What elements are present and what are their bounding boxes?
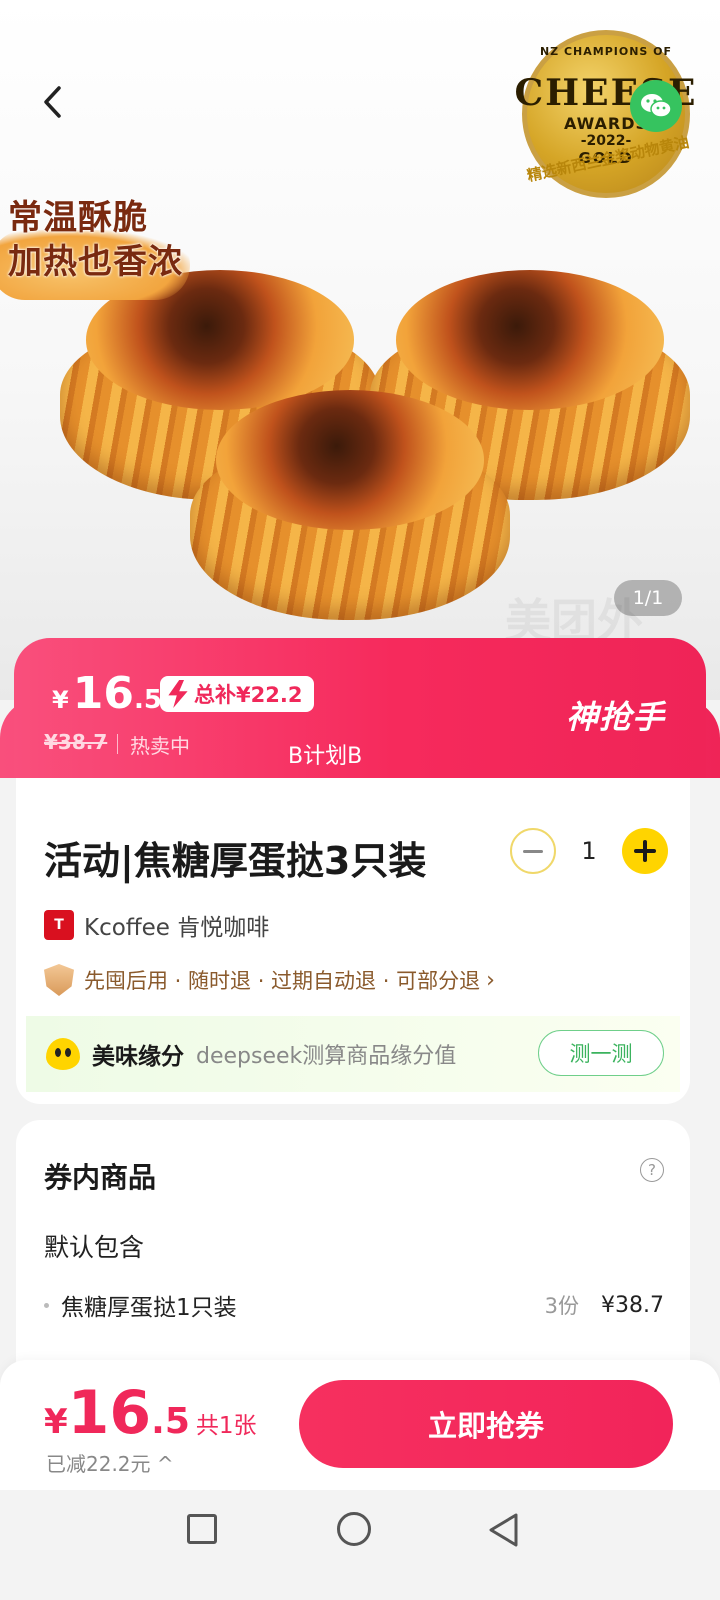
- product-title: 活动|焦糖厚蛋挞3只装: [44, 839, 427, 883]
- total-price: ¥ 16 .5 共1张: [44, 1378, 257, 1448]
- section-title: 券内商品: [44, 1161, 157, 1194]
- heart-face-icon: [46, 1038, 80, 1070]
- coupon-count: 共1张: [195, 1413, 257, 1439]
- guarantee-text: 先囤后用 · 随时退 · 过期自动退 · 可部分退: [84, 969, 481, 993]
- badge-top-text: NZ CHAMPIONS OF: [539, 45, 673, 58]
- original-price: ¥38.7: [44, 730, 108, 754]
- product-info-card: 活动|焦糖厚蛋挞3只装 1 T Kcoffee 肯悦咖啡 先囤后用 · 随时退 …: [16, 778, 690, 1104]
- wechat-share-icon[interactable]: [630, 80, 682, 132]
- help-icon[interactable]: ?: [640, 1158, 664, 1182]
- bottom-action-bar: ¥ 16 .5 共1张 已减22.2元 ^ 立即抢券: [0, 1360, 720, 1490]
- decrease-button[interactable]: [510, 828, 556, 874]
- fate-test-button[interactable]: 测一测: [538, 1030, 664, 1076]
- item-name: 焦糖厚蛋挞1只装: [61, 1295, 237, 1321]
- hero-tagline: 常温酥脆 加热也香浓: [8, 196, 188, 284]
- price-integer: 16: [72, 668, 134, 719]
- minus-icon: [523, 849, 543, 853]
- item-quantity: 3份: [544, 1294, 580, 1318]
- subsidy-tag: 总补¥22.2: [160, 676, 315, 712]
- image-pager: 1/1: [614, 580, 682, 616]
- increase-button[interactable]: [622, 828, 668, 874]
- plan-label: B计划B: [288, 744, 363, 769]
- item-price: ¥38.7: [601, 1292, 664, 1318]
- bullet-icon: [44, 1302, 49, 1308]
- back-button[interactable]: [30, 80, 74, 124]
- back-triangle-icon[interactable]: [486, 1512, 520, 1548]
- guarantee-row[interactable]: 先囤后用 · 随时退 · 过期自动退 · 可部分退 ›: [44, 964, 495, 996]
- promo-price-bar: ¥ 16 .5 总补¥22.2 ¥38.7 热卖中 B计划B 神抢手: [0, 638, 720, 778]
- tagline-line2: 加热也香浓: [8, 242, 183, 282]
- promo-price: ¥ 16 .5: [52, 668, 162, 719]
- total-decimal: .5: [151, 1401, 190, 1442]
- list-item: 焦糖厚蛋挞1只装 3份 ¥38.7: [44, 1288, 664, 1322]
- product-image-carousel[interactable]: 常温酥脆 加热也香浓 NZ CHAMPIONS OF CHEESE AWARDS…: [0, 0, 720, 700]
- home-icon[interactable]: [337, 1512, 371, 1546]
- shop-link[interactable]: T Kcoffee 肯悦咖啡: [44, 908, 269, 942]
- default-include-label: 默认包含: [44, 1233, 145, 1262]
- chevron-right-icon: ›: [486, 967, 495, 993]
- fate-description: deepseek测算商品缘分值: [196, 1044, 457, 1069]
- lightning-icon: [168, 680, 188, 708]
- chevron-left-icon: [44, 86, 61, 118]
- shop-logo: T: [44, 910, 74, 940]
- divider: [117, 734, 118, 754]
- system-nav-bar: [0, 1490, 720, 1600]
- buy-now-button[interactable]: 立即抢券: [299, 1380, 673, 1468]
- price-decimal: .5: [133, 685, 162, 715]
- brand-logo: 神抢手: [566, 698, 666, 736]
- egg-tart-image-front: [190, 370, 510, 620]
- recent-apps-icon[interactable]: [187, 1514, 217, 1544]
- tagline-line1: 常温酥脆: [8, 198, 148, 238]
- sale-status: 热卖中: [130, 734, 190, 758]
- currency-symbol: ¥: [52, 686, 69, 714]
- discount-detail-toggle[interactable]: 已减22.2元 ^: [46, 1448, 174, 1477]
- quantity-stepper: 1: [510, 828, 668, 874]
- quantity-value: 1: [581, 837, 597, 865]
- total-currency: ¥: [44, 1402, 68, 1442]
- fate-banner: 美味缘分 deepseek测算商品缘分值 测一测: [26, 1016, 680, 1092]
- total-integer: 16: [67, 1378, 152, 1448]
- fate-label: 美味缘分: [92, 1044, 184, 1070]
- shield-icon: [44, 964, 74, 996]
- shop-name: Kcoffee 肯悦咖啡: [84, 915, 270, 941]
- subsidy-text: 总补¥22.2: [194, 683, 303, 707]
